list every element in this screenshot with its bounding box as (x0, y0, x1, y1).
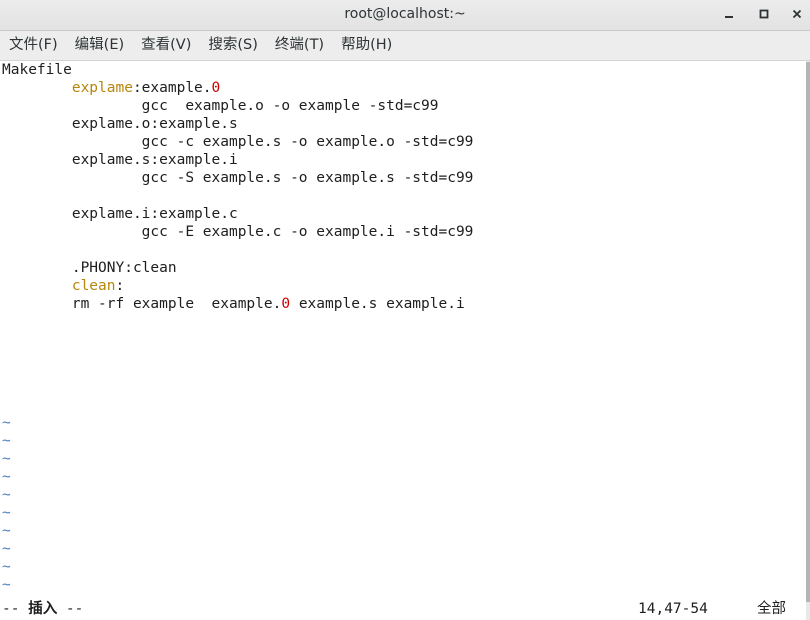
menu-view[interactable]: 查看(V) (132, 31, 199, 60)
code-text: :example. (132, 80, 212, 96)
menu-terminal[interactable]: 终端(T) (266, 31, 332, 60)
empty-line-tilde: ~ (2, 451, 11, 467)
code-text: gcc -S example.s -o example.s -std=c99 (2, 170, 474, 186)
menu-bar: 文件(F) 编辑(E) 查看(V) 搜索(S) 终端(T) 帮助(H) (0, 31, 810, 61)
code-text: gcc example.o -o example -std=c99 (2, 98, 439, 114)
code-text: Makefile (2, 62, 72, 78)
menu-file[interactable]: 文件(F) (0, 31, 66, 60)
error-highlight: 0 (211, 80, 221, 96)
code-text: rm -rf example example. (2, 296, 282, 312)
makefile-target: clean (71, 278, 116, 294)
scroll-percent: 全部 (757, 601, 786, 617)
menu-edit[interactable]: 编辑(E) (66, 31, 132, 60)
empty-line-tilde: ~ (2, 415, 11, 431)
editor-line: gcc -E example.c -o example.i -std=c99 (2, 223, 474, 241)
scrollbar-thumb[interactable] (806, 62, 810, 602)
empty-line-tilde: ~ (2, 469, 11, 485)
close-button[interactable] (787, 4, 807, 24)
mode-prefix: -- (2, 601, 29, 617)
empty-line-tilde: ~ (2, 433, 11, 449)
mode-indicator: 插入 (28, 601, 58, 617)
title-bar: root@localhost:~ (0, 0, 810, 31)
mode-suffix: -- (57, 601, 84, 617)
editor-line: explame.o:example.s (2, 115, 238, 133)
editor-line: gcc example.o -o example -std=c99 (2, 97, 439, 115)
close-icon (792, 9, 802, 19)
editor-line: Makefile (2, 61, 72, 79)
empty-line-tilde: ~ (2, 541, 11, 557)
minimize-icon (725, 16, 733, 18)
empty-line-tilde: ~ (2, 577, 11, 593)
maximize-icon (759, 9, 769, 19)
vim-status-line: -- 插入 -- (2, 600, 83, 618)
cursor-position: 14,47-54 (638, 601, 708, 617)
editor-line: explame.i:example.c (2, 205, 238, 223)
terminal-area[interactable]: Makefile explame:example.0 gcc example.o… (0, 61, 806, 620)
window-title: root@localhost:~ (344, 6, 466, 22)
code-text: explame.i:example.c (2, 206, 238, 222)
makefile-target: explame (71, 80, 133, 96)
minimize-button[interactable] (719, 4, 739, 24)
code-text: explame.o:example.s (2, 116, 238, 132)
empty-line-tilde: ~ (2, 523, 11, 539)
code-text: example.s example.i (290, 296, 465, 312)
editor-line: .PHONY:clean (2, 259, 177, 277)
editor-line: clean: (2, 277, 124, 295)
menu-search[interactable]: 搜索(S) (199, 31, 266, 60)
empty-line-tilde: ~ (2, 487, 11, 503)
maximize-button[interactable] (754, 4, 774, 24)
code-text: .PHONY:clean (2, 260, 177, 276)
menu-help[interactable]: 帮助(H) (332, 31, 400, 60)
code-text: : (115, 278, 125, 294)
code-text: gcc -c example.s -o example.o -std=c99 (2, 134, 474, 150)
code-text: gcc -E example.c -o example.i -std=c99 (2, 224, 474, 240)
editor-line: explame:example.0 (2, 79, 220, 97)
editor-line: rm -rf example example.0 example.s examp… (2, 295, 465, 313)
code-text: explame.s:example.i (2, 152, 238, 168)
editor-line: explame.s:example.i (2, 151, 238, 169)
empty-line-tilde: ~ (2, 559, 11, 575)
error-highlight: 0 (281, 296, 291, 312)
editor-line: gcc -S example.s -o example.s -std=c99 (2, 169, 474, 187)
editor-line: gcc -c example.s -o example.o -std=c99 (2, 133, 474, 151)
empty-line-tilde: ~ (2, 505, 11, 521)
